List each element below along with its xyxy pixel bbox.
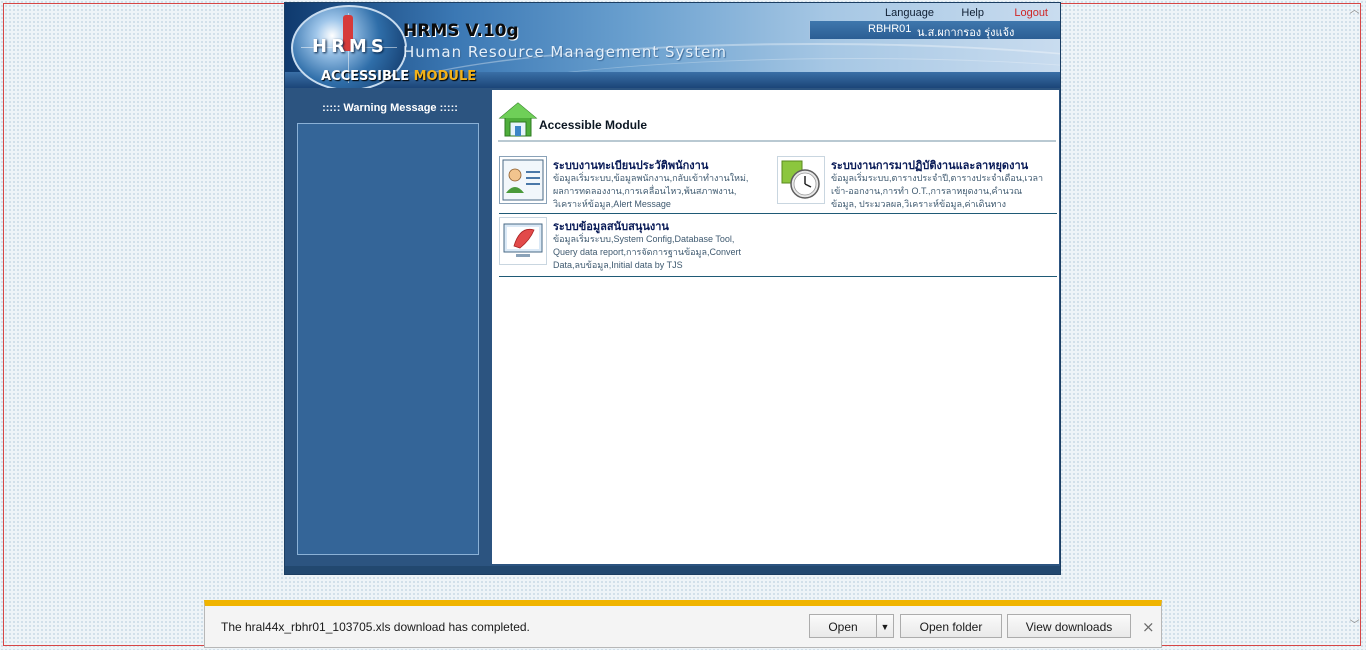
clock-icon[interactable]: [777, 156, 825, 204]
module-support-data[interactable]: ระบบข้อมูลสนับสนุนงาน ข้อมูลเริ่มระบบ,Sy…: [499, 217, 759, 273]
module-desc-employee: ข้อมูลเริ่มระบบ,ข้อมูลพนักงาน,กลับเข้าทำ…: [553, 173, 749, 209]
title-divider: [498, 140, 1056, 142]
help-link[interactable]: Help: [961, 7, 984, 19]
view-downloads-button[interactable]: View downloads: [1007, 614, 1131, 638]
system-name: Human Resource Management System: [403, 43, 727, 61]
user-info-bar: RBHR01 น.ส.ผกากรอง รุ่งแจ้ง: [809, 21, 1060, 39]
main-content: Accessible Module ระบบงานทะเบียนประวัติพ…: [492, 90, 1059, 564]
warning-message-panel: [297, 123, 479, 555]
app-header: HRMS HRMS V.10g Human Resource Managemen…: [285, 3, 1060, 88]
logo-text: HRMS: [312, 36, 388, 57]
module-badge: ACCESSIBLE MODULE: [321, 69, 476, 84]
warning-message-title: ::::: Warning Message :::::: [322, 102, 458, 114]
module-desc-attendance: ข้อมูลเริ่มระบบ,ตารางประจำปี,ตารางประจำเ…: [831, 173, 1044, 209]
module-attendance-leave[interactable]: ระบบงานการมาปฏิบัติงานและลาหยุดงาน ข้อมู…: [777, 156, 1047, 210]
scroll-down-icon[interactable]: ﹀: [1349, 621, 1360, 631]
version-label: HRMS V.10g: [403, 21, 519, 41]
logout-link[interactable]: Logout: [1014, 7, 1048, 19]
hrms-app-window: HRMS HRMS V.10g Human Resource Managemen…: [285, 3, 1060, 574]
download-message: The hral44x_rbhr01_103705.xls download h…: [221, 620, 530, 634]
module-desc-support: ข้อมูลเริ่มระบบ,System Config,Database T…: [553, 234, 742, 270]
module-badge-part2: MODULE: [413, 69, 477, 84]
scroll-up-icon[interactable]: ︿: [1349, 6, 1360, 16]
user-code: RBHR01: [868, 23, 912, 35]
module-employee-registry[interactable]: ระบบงานทะเบียนประวัติพนักงาน ข้อมูลเริ่ม…: [499, 156, 759, 210]
app-footer-band: [285, 566, 1060, 574]
support-tools-icon[interactable]: [499, 217, 547, 265]
user-name: น.ส.ผกากรอง รุ่งแจ้ง: [917, 27, 1015, 39]
home-icon: [498, 102, 538, 137]
page-title: Accessible Module: [539, 118, 648, 132]
download-notification-bar: The hral44x_rbhr01_103705.xls download h…: [204, 600, 1162, 648]
open-folder-button[interactable]: Open folder: [900, 614, 1002, 638]
language-link[interactable]: Language: [885, 7, 934, 19]
top-links: Language Help Logout: [852, 7, 1052, 21]
module-divider: [499, 213, 1057, 214]
close-icon[interactable]: ×: [1142, 618, 1155, 636]
open-button[interactable]: Open: [809, 614, 877, 638]
open-options-arrow-icon[interactable]: ▼: [876, 614, 894, 638]
page-scrollbar[interactable]: ︿ ﹀: [1347, 4, 1362, 645]
module-divider: [499, 276, 1057, 277]
module-badge-part1: ACCESSIBLE: [321, 69, 410, 84]
employee-profile-icon[interactable]: [499, 156, 547, 204]
